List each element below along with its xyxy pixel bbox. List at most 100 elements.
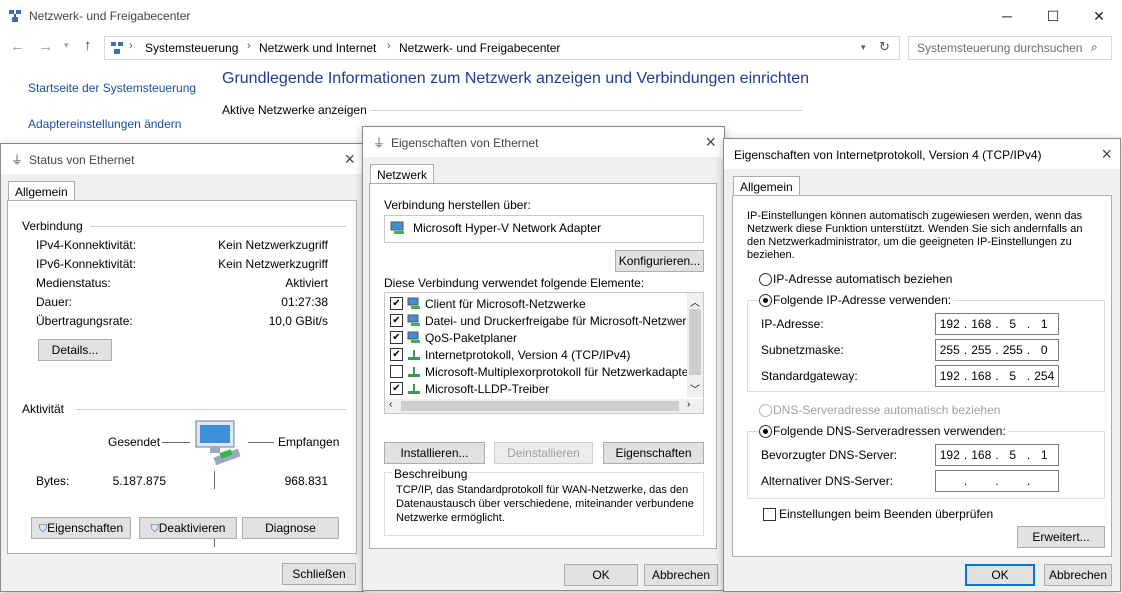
ethernet-ok-button[interactable]: OK <box>564 564 638 586</box>
maximize-button[interactable]: ☐ <box>1030 0 1076 32</box>
status-dialog-titlebar[interactable]: ⏚ Status von Ethernet × <box>1 144 363 174</box>
auto-ip-label[interactable]: IP-Adresse automatisch beziehen <box>773 272 952 286</box>
diagnose-button[interactable]: Diagnose <box>242 517 339 539</box>
ethernet-dialog-titlebar[interactable]: ⏚ Eigenschaften von Ethernet × <box>363 127 724 157</box>
element-checkbox[interactable]: ✔ <box>390 297 403 310</box>
ip-address-field[interactable]: 192. 168. 5. 1 <box>935 313 1059 335</box>
elements-list[interactable]: ✔ Client für Microsoft-Netzwerke ✔ Datei- u… <box>384 292 704 414</box>
refresh-icon[interactable]: ↻ <box>879 39 890 55</box>
ipv4-cancel-button[interactable]: Abbrechen <box>1044 564 1112 586</box>
activity-label: Aktivität <box>22 402 65 416</box>
close-icon[interactable]: × <box>705 132 716 153</box>
adapter-name: Microsoft Hyper-V Network Adapter <box>413 221 602 235</box>
element-label: QoS-Paketplaner <box>425 331 518 345</box>
gateway-field[interactable]: 192. 168. 5. 254 <box>935 365 1059 387</box>
manual-dns-radio[interactable] <box>759 425 772 438</box>
ethernet-properties-dialog: ⏚ Eigenschaften von Ethernet × Netzwerk … <box>362 126 725 591</box>
mask-octet-3: 255 <box>1002 343 1023 357</box>
ipv6-label: IPv6-Konnektivität: <box>36 257 137 271</box>
list-item[interactable]: ✔ Internetprotokoll, Version 4 (TCP/IPv4) <box>385 346 685 363</box>
gateway-label: Standardgateway: <box>761 369 858 383</box>
description-label: Beschreibung <box>392 467 470 481</box>
ipv4-value: Kein Netzwerkzugriff <box>218 238 328 252</box>
search-input[interactable]: Systemsteuerung durchsuchen ⌕ <box>908 36 1112 60</box>
breadcrumb-systemsteuerung[interactable]: Systemsteuerung <box>145 41 238 55</box>
speed-label: Übertragungsrate: <box>36 314 133 328</box>
list-item[interactable]: Microsoft-Multiplexorprotokoll für Netzw… <box>385 363 692 380</box>
validate-checkbox[interactable] <box>763 508 776 521</box>
configure-button[interactable]: Konfigurieren... <box>615 250 704 272</box>
ip-address-label: IP-Adresse: <box>761 317 824 331</box>
network-client-icon <box>407 313 421 330</box>
close-icon[interactable]: × <box>344 149 355 170</box>
scroll-left-icon[interactable]: ‹ <box>389 399 392 410</box>
list-item[interactable]: ✔ Client für Microsoft-Netzwerke <box>385 295 685 312</box>
ethernet-icon: ⏚ <box>373 136 386 150</box>
close-button[interactable]: ✕ <box>1076 0 1122 32</box>
network-adapter-icon <box>390 221 406 238</box>
subnet-mask-field[interactable]: 255. 255. 255. 0 <box>935 339 1059 361</box>
details-button[interactable]: Details... <box>38 339 112 361</box>
auto-dns-radio[interactable] <box>759 404 772 417</box>
ipv4-dialog-titlebar[interactable]: Eigenschaften von Internetprotokoll, Ver… <box>724 139 1120 169</box>
scroll-up-icon[interactable]: ︿ <box>690 294 700 309</box>
uninstall-button[interactable]: Deinstallieren <box>494 442 593 464</box>
bytes-divider <box>214 471 215 489</box>
scroll-right-icon[interactable]: › <box>687 399 690 410</box>
advanced-button[interactable]: Erweitert... <box>1017 526 1105 548</box>
element-checkbox[interactable] <box>390 365 403 378</box>
list-item[interactable]: ✔ QoS-Paketplaner <box>385 329 685 346</box>
manual-ip-label[interactable]: Folgende IP-Adresse verwenden: <box>773 293 954 307</box>
element-checkbox[interactable]: ✔ <box>390 331 403 344</box>
ethernet-cancel-button[interactable]: Abbrechen <box>644 564 718 586</box>
breadcrumb-separator-icon: › <box>387 40 391 52</box>
sidebar-item-home[interactable]: Startseite der Systemsteuerung <box>28 81 196 95</box>
up-button[interactable]: ↑ <box>84 37 92 54</box>
protocol-icon <box>407 347 421 364</box>
search-icon: ⌕ <box>1091 40 1098 54</box>
install-button[interactable]: Installieren... <box>384 442 485 464</box>
forward-button[interactable]: → <box>38 38 53 55</box>
tab-allgemein[interactable]: Allgemein <box>8 181 75 202</box>
close-icon[interactable]: × <box>1101 144 1112 165</box>
element-checkbox[interactable]: ✔ <box>390 314 403 327</box>
alt-dns-field[interactable]: ... <box>935 470 1059 492</box>
list-scrollbar[interactable]: ︿ ﹀ <box>687 293 703 397</box>
status-panel: Verbindung IPv4-Konnektivität: Kein Netz… <box>7 200 357 554</box>
auto-dns-label[interactable]: DNS-Serveradresse automatisch beziehen <box>773 403 1000 417</box>
manual-ip-radio[interactable] <box>759 294 772 307</box>
validate-label[interactable]: Einstellungen beim Beenden überprüfen <box>779 507 993 521</box>
list-item[interactable]: ✔ Microsoft-LLDP-Treiber <box>385 380 685 397</box>
sidebar-item-adapter-settings[interactable]: Adaptereinstellungen ändern <box>28 117 181 131</box>
address-dropdown-icon[interactable]: ▾ <box>861 42 866 53</box>
list-item[interactable]: ✔ Datei- und Druckerfreigabe für Microsof… <box>385 312 699 330</box>
back-button[interactable]: ← <box>10 38 25 55</box>
horizontal-scrollbar[interactable]: ‹ › <box>385 399 703 413</box>
element-checkbox[interactable]: ✔ <box>390 348 403 361</box>
tab-netzwerk[interactable]: Netzwerk <box>370 164 435 185</box>
manual-dns-label[interactable]: Folgende DNS-Serveradressen verwenden: <box>773 424 1008 438</box>
tab-allgemein-ipv4[interactable]: Allgemein <box>733 176 800 197</box>
scroll-thumb[interactable] <box>689 309 701 375</box>
deactivate-button[interactable]: ⛉Deaktivieren <box>139 517 237 539</box>
active-networks-heading: Aktive Netzwerke anzeigen <box>222 103 367 117</box>
window-icon <box>8 9 22 23</box>
auto-ip-radio[interactable] <box>759 273 772 286</box>
minimize-button[interactable]: ─ <box>984 0 1030 32</box>
element-properties-button[interactable]: Eigenschaften <box>603 442 704 464</box>
breadcrumb-netzwerk-internet[interactable]: Netzwerk und Internet <box>259 41 376 55</box>
ipv4-ok-button[interactable]: OK <box>965 564 1035 586</box>
recent-locations-chevron-icon[interactable]: ▾ <box>64 40 69 51</box>
breadcrumb-freigabecenter[interactable]: Netzwerk- und Freigabecenter <box>399 41 560 55</box>
scroll-down-icon[interactable]: ﹀ <box>690 381 700 396</box>
duration-value: 01:27:38 <box>281 295 328 309</box>
bytes-sent-value: 5.187.875 <box>112 474 166 488</box>
element-checkbox[interactable]: ✔ <box>390 382 403 395</box>
status-close-button[interactable]: Schließen <box>282 563 356 585</box>
heading-divider <box>370 110 802 111</box>
hscroll-thumb[interactable] <box>401 401 679 411</box>
status-properties-button[interactable]: ⛉Eigenschaften <box>31 517 131 539</box>
duration-label: Dauer: <box>36 295 73 309</box>
preferred-dns-field[interactable]: 192. 168. 5. 1 <box>935 444 1059 466</box>
address-bar[interactable]: › Systemsteuerung › Netzwerk und Interne… <box>104 36 900 60</box>
